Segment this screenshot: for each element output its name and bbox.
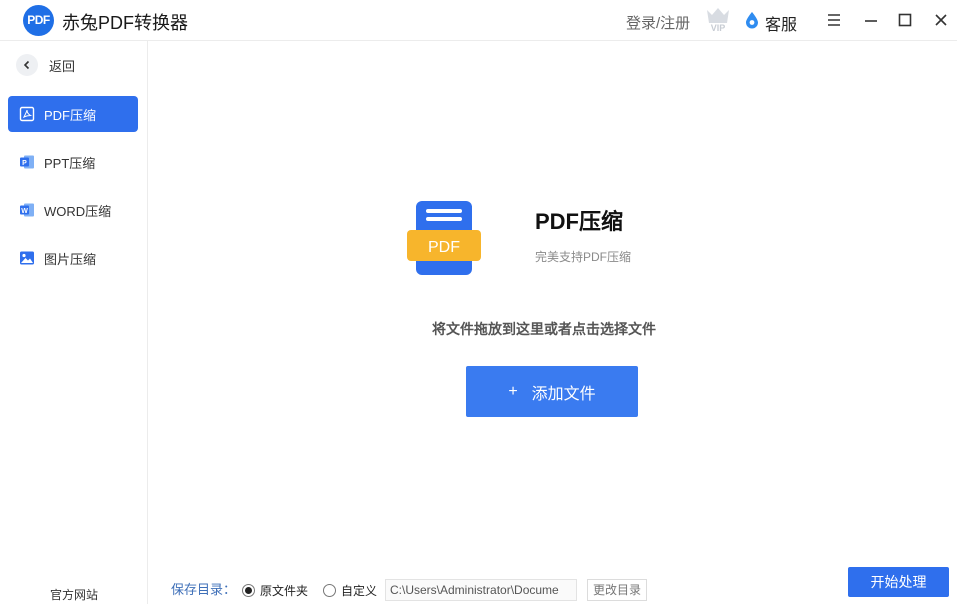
- minimize-icon[interactable]: [862, 11, 880, 29]
- sidebar-item-label: PDF压缩: [44, 107, 97, 123]
- sidebar-item-ppt-compress[interactable]: P PPT压缩: [8, 144, 138, 180]
- sidebar-item-label: PPT压缩: [44, 155, 96, 171]
- svg-text:P: P: [22, 160, 27, 167]
- radio-label: 原文件夹: [260, 584, 309, 598]
- feature-icon-text: PDF: [428, 239, 460, 256]
- sidebar: 返回 PDF压缩 P PPT压缩 W WORD压缩 图片压缩 官方网站: [0, 41, 148, 604]
- svg-text:W: W: [21, 208, 28, 215]
- radio-custom-folder[interactable]: 自定义: [323, 582, 377, 599]
- radio-checked-icon: [242, 584, 255, 597]
- app-title: 赤兔PDF转换器: [62, 13, 188, 33]
- close-icon[interactable]: [932, 11, 950, 29]
- customer-service-icon[interactable]: [744, 11, 760, 29]
- radio-label: 自定义: [341, 584, 378, 598]
- sidebar-item-label: 图片压缩: [44, 251, 97, 267]
- login-register-link[interactable]: 登录/注册: [626, 12, 690, 33]
- add-file-label: 添加文件: [531, 385, 596, 403]
- official-site-link[interactable]: 官方网站: [0, 586, 148, 603]
- customer-service-link[interactable]: 客服: [765, 11, 797, 35]
- back-label: 返回: [49, 58, 76, 74]
- back-button[interactable]: 返回: [16, 53, 75, 77]
- chevron-left-icon: [16, 54, 38, 76]
- maximize-icon[interactable]: [896, 11, 914, 29]
- menu-icon[interactable]: [825, 11, 843, 29]
- sidebar-item-word-compress[interactable]: W WORD压缩: [8, 192, 138, 228]
- image-icon: [19, 250, 35, 266]
- drop-zone-hint[interactable]: 将文件拖放到这里或者点击选择文件: [432, 319, 656, 339]
- radio-unchecked-icon: [323, 584, 336, 597]
- feature-subtitle: 完美支持PDF压缩: [535, 250, 632, 264]
- save-directory-label: 保存目录：: [171, 582, 237, 597]
- vip-text: VIP: [711, 23, 726, 33]
- output-path-field[interactable]: [385, 579, 577, 601]
- sidebar-item-pdf-compress[interactable]: PDF压缩: [8, 96, 138, 132]
- sidebar-item-image-compress[interactable]: 图片压缩: [8, 240, 138, 276]
- ppt-icon: P: [19, 154, 35, 170]
- title-bar: PDF 赤兔PDF转换器 登录/注册 VIP 客服: [0, 0, 957, 41]
- vip-crown-icon[interactable]: VIP: [704, 5, 732, 33]
- sidebar-item-label: WORD压缩: [44, 203, 112, 219]
- radio-original-folder[interactable]: 原文件夹: [242, 582, 308, 599]
- word-icon: W: [19, 202, 35, 218]
- app-window: PDF 赤兔PDF转换器 登录/注册 VIP 客服 返回 PDF压缩 P PPT…: [0, 0, 957, 604]
- feature-title: PDF压缩: [535, 209, 624, 234]
- change-directory-button[interactable]: 更改目录: [587, 579, 647, 601]
- pdf-icon: [19, 106, 35, 122]
- plus-icon: +: [508, 382, 518, 400]
- start-processing-button[interactable]: 开始处理: [848, 567, 949, 597]
- add-file-button[interactable]: + 添加文件: [466, 366, 638, 417]
- app-logo: PDF: [23, 5, 54, 36]
- pdf-compress-feature-icon: PDF: [405, 200, 483, 276]
